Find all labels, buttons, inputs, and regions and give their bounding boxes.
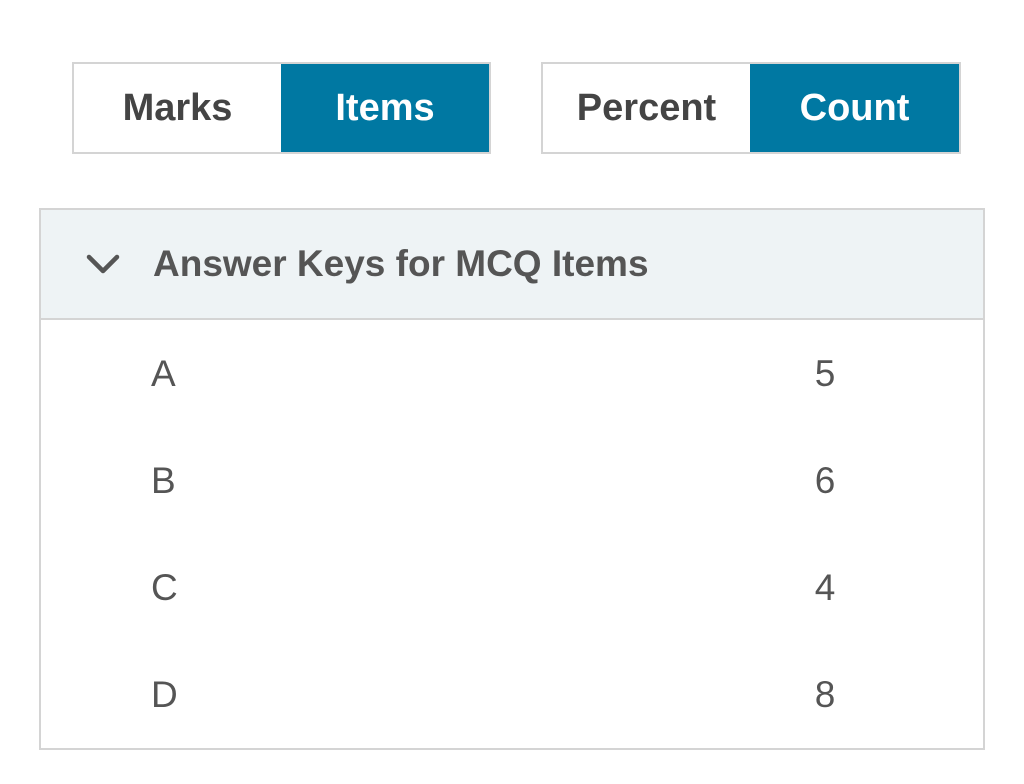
answer-key-count: 4 <box>814 566 836 608</box>
list-item: D 8 <box>41 641 983 748</box>
list-item: C 4 <box>41 534 983 641</box>
list-item: A 5 <box>41 320 983 427</box>
list-item: B 6 <box>41 427 983 534</box>
panel-title: Answer Keys for MCQ Items <box>153 243 649 284</box>
answer-key-label: C <box>151 566 178 608</box>
answer-key-count: 6 <box>814 459 836 501</box>
view-toggle: Marks Items <box>72 62 491 154</box>
answer-keys-panel: Answer Keys for MCQ Items A 5 B 6 C 4 D … <box>39 208 985 750</box>
items-toggle-option[interactable]: Items <box>281 64 489 152</box>
percent-toggle-option[interactable]: Percent <box>543 64 750 152</box>
panel-header[interactable]: Answer Keys for MCQ Items <box>41 210 983 320</box>
count-toggle-option[interactable]: Count <box>750 64 959 152</box>
answer-key-label: B <box>151 459 176 501</box>
metric-toggle: Percent Count <box>541 62 961 154</box>
marks-toggle-option[interactable]: Marks <box>74 64 281 152</box>
answer-key-label: A <box>151 352 176 394</box>
chevron-down-icon[interactable] <box>85 246 121 282</box>
answer-key-label: D <box>151 673 178 715</box>
answer-key-count: 5 <box>814 352 836 394</box>
answer-key-count: 8 <box>814 673 836 715</box>
